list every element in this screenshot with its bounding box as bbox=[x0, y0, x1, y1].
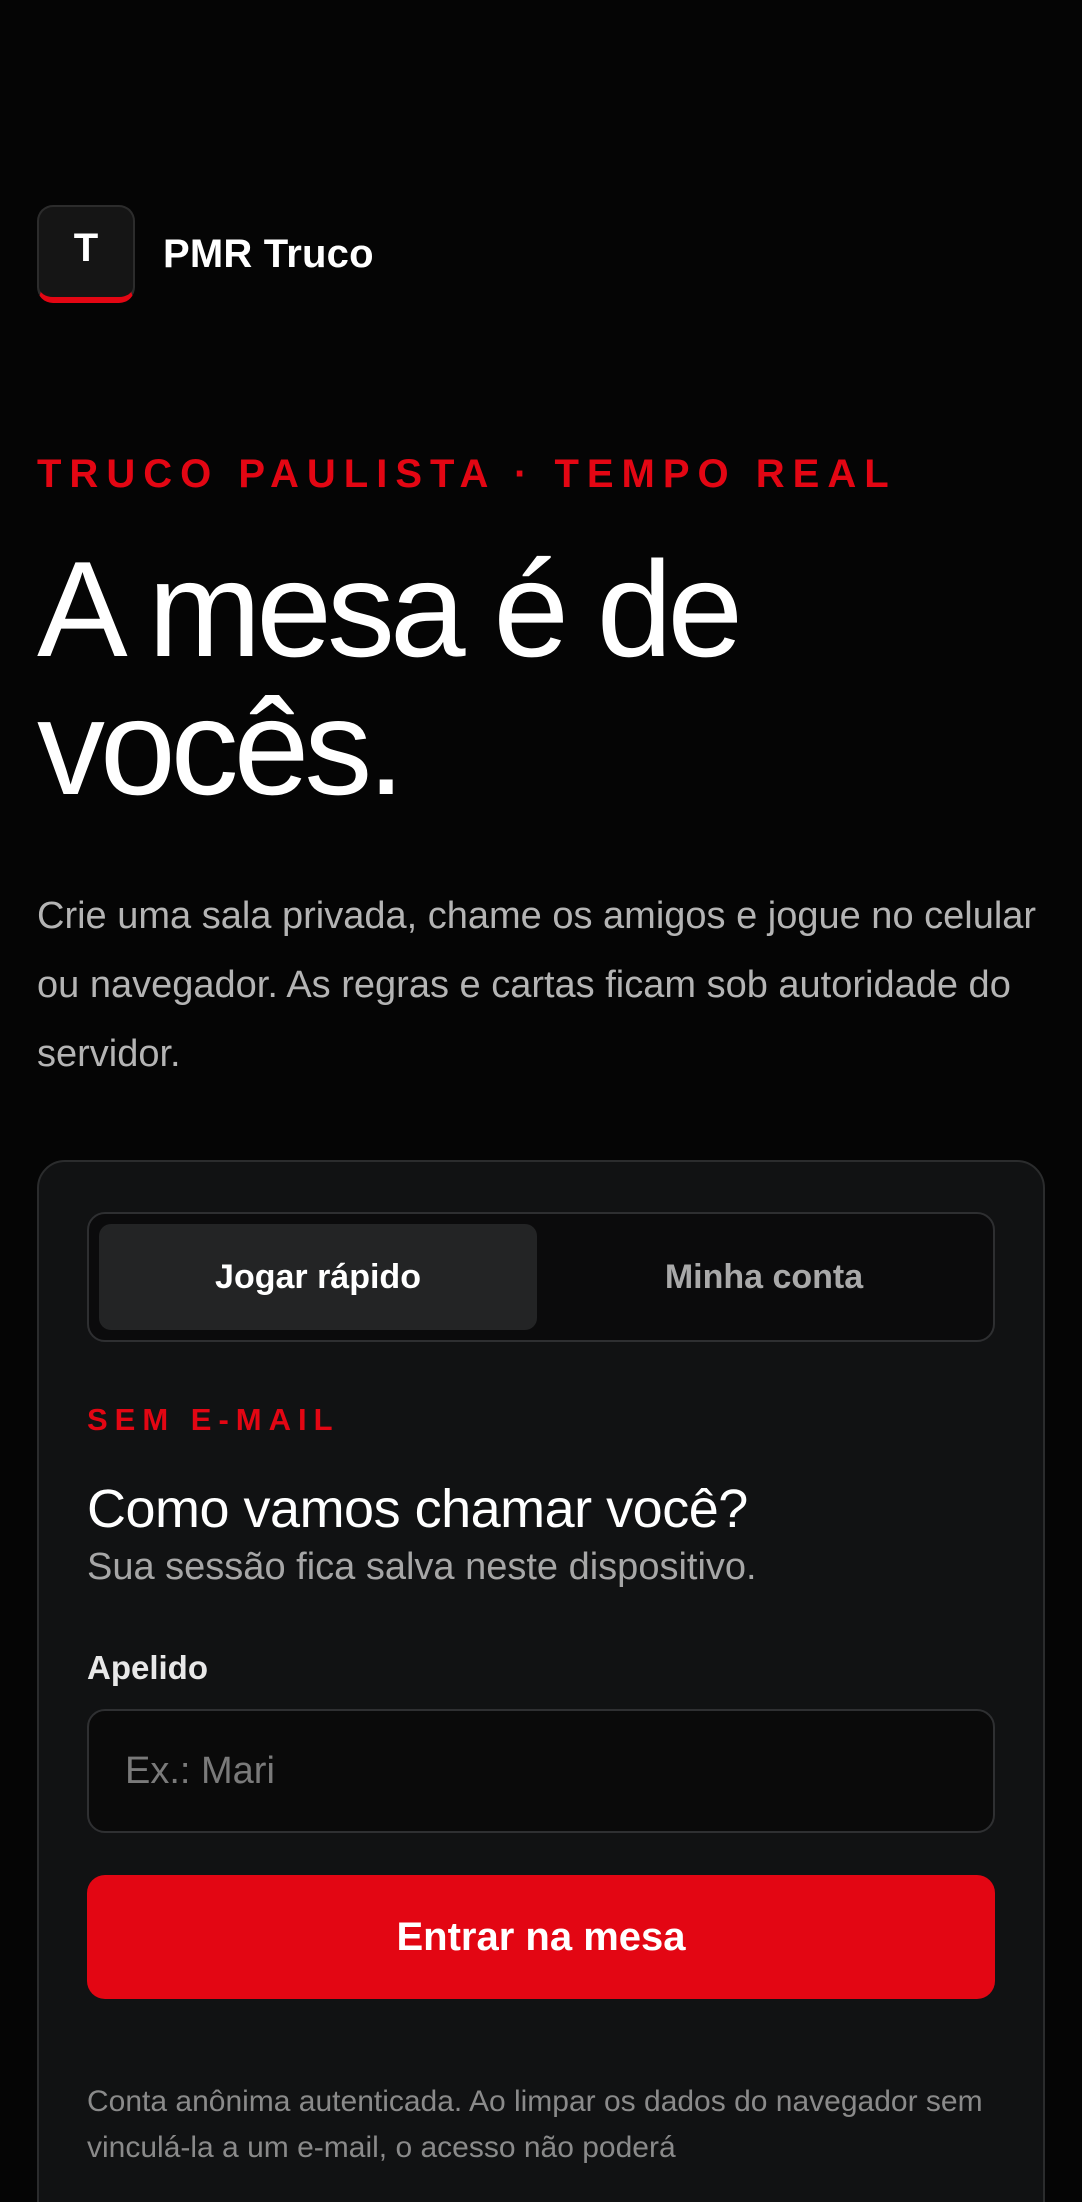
login-card: Jogar rápido Minha conta SEM E-MAIL Como… bbox=[37, 1160, 1045, 2202]
brand-name: PMR Truco bbox=[163, 231, 374, 276]
card-subtitle: Sua sessão fica salva neste dispositivo. bbox=[87, 1546, 757, 1588]
tab-jogar-rapido[interactable]: Jogar rápido bbox=[99, 1224, 537, 1330]
nickname-label: Apelido bbox=[87, 1649, 208, 1686]
hero-eyebrow: TRUCO PAULISTA · TEMPO REAL bbox=[37, 452, 897, 496]
section-eyebrow: SEM E-MAIL bbox=[87, 1402, 340, 1437]
brand-logo-icon: T bbox=[37, 205, 135, 303]
login-page: T PMR Truco TRUCO PAULISTA · TEMPO REAL … bbox=[0, 0, 1082, 2202]
enter-table-button[interactable]: Entrar na mesa bbox=[87, 1875, 995, 1999]
nickname-input[interactable] bbox=[87, 1709, 995, 1833]
brand-header: T PMR Truco bbox=[37, 205, 374, 303]
hero-description: Crie uma sala privada, chame os amigos e… bbox=[37, 895, 1037, 1075]
tab-minha-conta[interactable]: Minha conta bbox=[545, 1224, 983, 1330]
anonymous-account-note: Conta anônima autenticada. Ao limpar os … bbox=[87, 2085, 983, 2164]
card-title: Como vamos chamar você? bbox=[87, 1479, 748, 1539]
hero-title: A mesa é de vocês. bbox=[37, 533, 743, 823]
mode-tabs: Jogar rápido Minha conta bbox=[87, 1212, 995, 1342]
